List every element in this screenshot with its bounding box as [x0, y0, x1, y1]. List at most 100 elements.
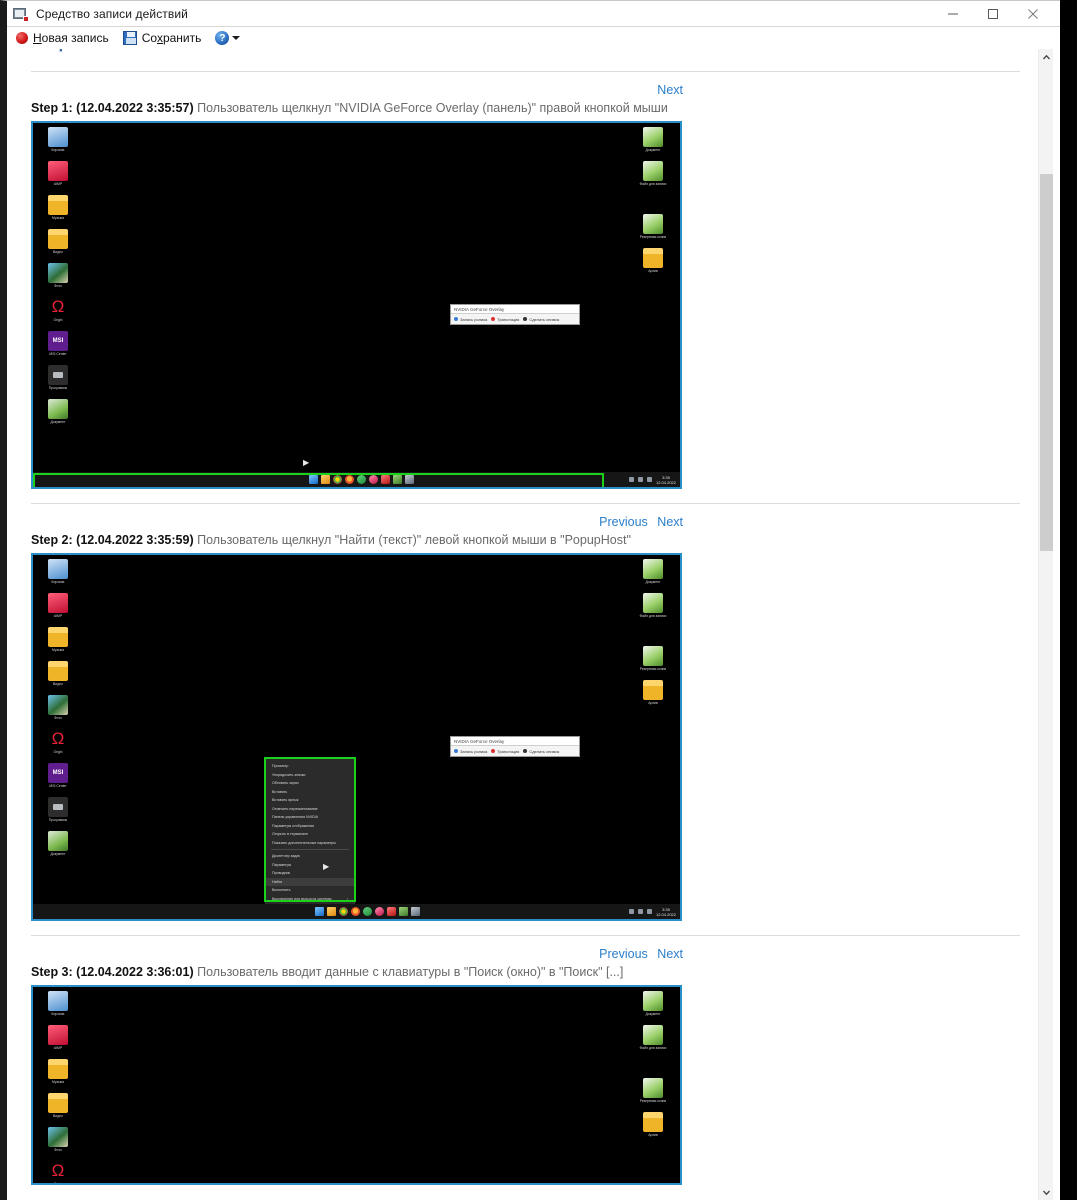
desktop-icon[interactable]: Корзина	[35, 559, 81, 584]
previous-link[interactable]: Previous	[599, 947, 648, 961]
maximize-button[interactable]	[973, 1, 1013, 27]
desktop-icon[interactable]: Музыка	[35, 627, 81, 652]
desktop-icon[interactable]: MSI Center	[35, 331, 81, 356]
context-menu-item[interactable]: Просмотр	[266, 762, 354, 771]
desktop-icon[interactable]: Архив	[630, 248, 676, 273]
desktop-icon[interactable]: Документ	[630, 559, 676, 584]
overlay-action-item[interactable]: Трансляция	[491, 317, 519, 322]
tray-icon[interactable]	[646, 477, 652, 482]
desktop-icon[interactable]: Фото	[35, 263, 81, 288]
vertical-scrollbar[interactable]	[1038, 49, 1053, 1200]
chevron-down-icon[interactable]	[1039, 1184, 1054, 1200]
context-menu-item-find[interactable]: Найти	[266, 877, 354, 886]
desktop-icon[interactable]: Файл для записи	[630, 1025, 676, 1050]
previous-link[interactable]: Previous	[599, 515, 648, 529]
taskbar-clock[interactable]: 3:35 12.04.2022	[656, 907, 676, 917]
desktop-icon[interactable]: Видео	[35, 661, 81, 686]
taskbar-icon[interactable]	[339, 907, 348, 916]
overlay-action-item[interactable]: Сделать снимок	[523, 749, 559, 754]
taskbar-icon[interactable]	[315, 907, 324, 916]
desktop-icon[interactable]: Архив	[630, 1112, 676, 1137]
help-button[interactable]: ?	[215, 28, 241, 48]
overlay-action-item[interactable]: Трансляция	[491, 749, 519, 754]
tray-icon[interactable]	[637, 477, 643, 482]
desktop-icon[interactable]: Резервная копия	[630, 1078, 676, 1103]
context-menu-item[interactable]: › Выключение или выход из системы	[266, 895, 354, 904]
desktop-icon[interactable]: Фото	[35, 695, 81, 720]
desktop-icon[interactable]: Программы	[35, 365, 81, 390]
taskbar-icon[interactable]	[333, 475, 342, 484]
taskbar-icon[interactable]	[387, 907, 396, 916]
context-menu-item[interactable]: Параметры отображения	[266, 822, 354, 831]
taskbar-icon[interactable]	[411, 907, 420, 916]
taskbar[interactable]: 3:35 12.04.2022	[33, 472, 680, 487]
taskbar-icon[interactable]	[351, 907, 360, 916]
title-bar[interactable]: Средство записи действий	[7, 1, 1060, 27]
context-menu-item[interactable]: Открыть в терминале	[266, 830, 354, 839]
taskbar-icon[interactable]	[393, 475, 402, 484]
desktop-icon[interactable]: Документ	[35, 831, 81, 856]
desktop-icon[interactable]: Видео	[35, 229, 81, 254]
desktop-icon[interactable]: Origin	[35, 297, 81, 322]
nvidia-geforce-overlay-panel[interactable]: NVIDIA GeForce Overlay Запись ролика Тра…	[450, 304, 580, 325]
context-menu-item[interactable]: Упорядочить значки	[266, 771, 354, 780]
taskbar-clock[interactable]: 3:35 12.04.2022	[656, 475, 676, 485]
taskbar-icon[interactable]	[399, 907, 408, 916]
context-menu-item[interactable]: Обновить экран	[266, 779, 354, 788]
chevron-up-icon[interactable]	[1039, 49, 1054, 66]
taskbar-icon[interactable]	[381, 475, 390, 484]
overlay-action-item[interactable]: Запись ролика	[454, 317, 487, 322]
context-menu-item[interactable]: Вставить	[266, 788, 354, 797]
save-button[interactable]: Сохранить	[122, 28, 201, 48]
context-menu-item[interactable]: Отменить переименование	[266, 805, 354, 814]
overlay-action-item[interactable]: Запись ролика	[454, 749, 487, 754]
new-recording-button[interactable]: Новая запись	[16, 28, 109, 48]
desktop-icon[interactable]: Музыка	[35, 1059, 81, 1084]
tray-icon[interactable]	[628, 909, 634, 914]
desktop-icon[interactable]: Видео	[35, 1093, 81, 1118]
desktop-icon[interactable]: Документ	[630, 127, 676, 152]
taskbar-icon[interactable]	[375, 907, 384, 916]
desktop-icon[interactable]: AIMP	[35, 593, 81, 618]
desktop-icon[interactable]: Резервная копия	[630, 646, 676, 671]
desktop-icon[interactable]: Файл для записи	[630, 593, 676, 618]
taskbar-icon[interactable]	[345, 475, 354, 484]
desktop-icon[interactable]: Origin	[35, 1161, 81, 1183]
desktop-icon[interactable]: Документ	[630, 991, 676, 1016]
step-screenshot-2[interactable]: Корзина AIMP Музыка Видео Фото Origin MS…	[31, 553, 682, 921]
desktop-icon[interactable]: Резервная копия	[630, 214, 676, 239]
tray-icon[interactable]	[628, 477, 634, 482]
taskbar-icon[interactable]	[363, 907, 372, 916]
tray-icon[interactable]	[637, 909, 643, 914]
context-menu-item[interactable]: Показать дополнительные параметры	[266, 839, 354, 848]
desktop-icon[interactable]: Архив	[630, 680, 676, 705]
tray-icon[interactable]	[646, 909, 652, 914]
desktop-icon[interactable]: MSI Center	[35, 763, 81, 788]
taskbar-icon[interactable]	[369, 475, 378, 484]
desktop-icon[interactable]: Фото	[35, 1127, 81, 1152]
nvidia-geforce-overlay-panel[interactable]: NVIDIA GeForce Overlay Запись ролика Тра…	[450, 736, 580, 757]
desktop-icon[interactable]: Музыка	[35, 195, 81, 220]
desktop-icon[interactable]: Документ	[35, 399, 81, 424]
taskbar-icon[interactable]	[405, 475, 414, 484]
minimize-button[interactable]	[933, 1, 973, 27]
context-menu-item[interactable]: Выполнить	[266, 886, 354, 895]
step-screenshot-1[interactable]: Корзина AIMP Музыка Видео Фото Origin MS…	[31, 121, 682, 489]
taskbar-icon[interactable]	[309, 475, 318, 484]
scroll-thumb[interactable]	[1040, 174, 1053, 551]
desktop-icon[interactable]: Корзина	[35, 991, 81, 1016]
context-menu-item[interactable]: Панель управления NVIDIA	[266, 813, 354, 822]
taskbar-icon[interactable]	[321, 475, 330, 484]
context-menu-item[interactable]: Диспетчер задач	[266, 852, 354, 861]
context-menu-item[interactable]: Параметры	[266, 861, 354, 870]
next-link[interactable]: Next	[657, 83, 683, 97]
taskbar-icon[interactable]	[357, 475, 366, 484]
close-button[interactable]	[1013, 1, 1053, 27]
desktop-icon[interactable]: AIMP	[35, 161, 81, 186]
desktop-icon[interactable]: Корзина	[35, 127, 81, 152]
taskbar-icon[interactable]	[327, 907, 336, 916]
caret-down-icon[interactable]	[232, 36, 241, 40]
next-link[interactable]: Next	[657, 947, 683, 961]
context-menu-item[interactable]: Проводник	[266, 869, 354, 878]
overlay-action-item[interactable]: Сделать снимок	[523, 317, 559, 322]
